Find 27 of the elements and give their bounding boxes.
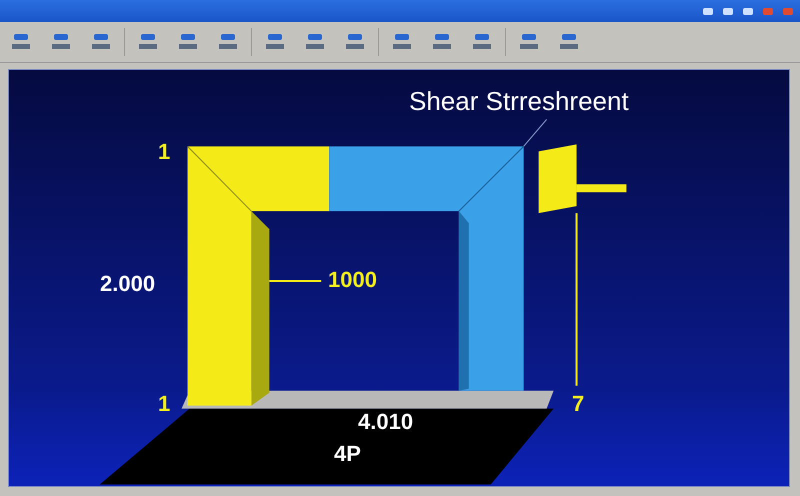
shape-icon: [391, 32, 413, 52]
shape-icon: [558, 32, 580, 52]
shape-icon: [177, 32, 199, 52]
leader-line: [523, 118, 548, 147]
shape-icon: [304, 32, 326, 52]
shape-icon: [344, 32, 366, 52]
dimension-label: 1: [158, 393, 170, 415]
dimension-label: 1000: [328, 269, 377, 291]
dimension-label: 4.010: [358, 411, 414, 433]
chart-title: Shear Strreshreent: [409, 88, 629, 114]
shape-icon: [137, 32, 159, 52]
shape-icon: [431, 32, 453, 52]
dimension-label: 4P: [334, 443, 361, 465]
shape-icon: [264, 32, 286, 52]
tray-icon[interactable]: [742, 6, 754, 16]
shape-icon: [471, 32, 493, 52]
tray-icon[interactable]: [702, 6, 714, 16]
shape-icon: [217, 32, 239, 52]
shape-icon: [90, 32, 112, 52]
dimension-label: 2.000: [100, 273, 156, 295]
shape-icon: [50, 32, 72, 52]
shape-icon: [518, 32, 540, 52]
dimension-label: 1: [158, 141, 170, 163]
tray-icon[interactable]: [722, 6, 734, 16]
dimension-label: 7: [572, 393, 584, 415]
shape-icon: [10, 32, 32, 52]
leader-line: [269, 280, 322, 282]
